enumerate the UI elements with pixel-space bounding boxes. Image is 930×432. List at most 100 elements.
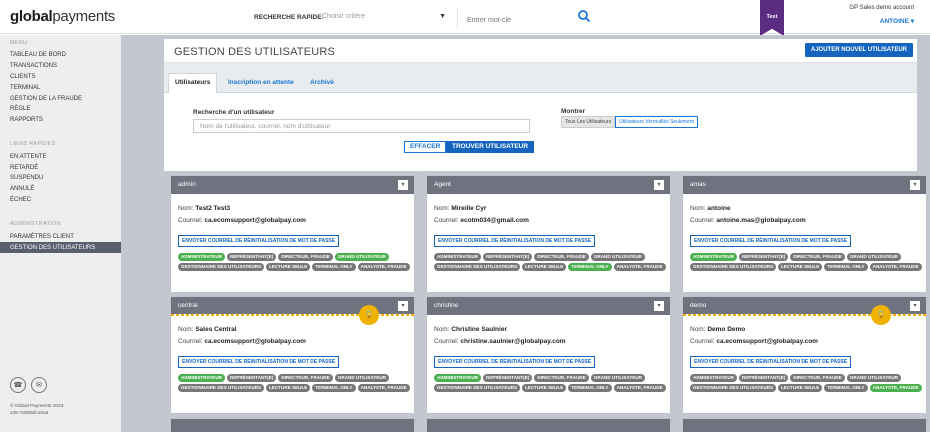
card-username: amas (690, 181, 706, 188)
tab-archived[interactable]: Archivé (304, 75, 340, 90)
phone-icon[interactable]: ☎ (10, 377, 26, 393)
reset-password-button[interactable]: ENVOYER COURRIEL DE RÉINITIALISATION DE … (178, 235, 340, 247)
chevron-down-icon[interactable]: ▾ (398, 301, 408, 311)
role-badge: ADMINISTRATEUR (690, 374, 738, 382)
tab-users[interactable]: Utilisateurs (168, 73, 218, 93)
role-badge: LECTURE SEULE (778, 384, 823, 392)
role-badge: GRAND UTILISATEUR (334, 374, 389, 382)
chevron-down-icon[interactable]: ▾ (910, 180, 920, 190)
card-name-line: Nom: Sales Central (178, 326, 237, 333)
card-header: christine ▾ (427, 297, 670, 315)
sidebar-item-fraud[interactable]: GESTION DE LA FRAUDE (0, 93, 121, 104)
card-name-line: Nom: Christine Saulnier (434, 326, 507, 333)
card-name-line: Nom: Demo Demo (690, 326, 746, 333)
user-card: Agent ▾ Nom: Mireille Cyr Courriel: ecot… (427, 176, 670, 292)
role-badge: ADMINISTRATEUR (178, 253, 226, 261)
role-badge: DIRECTEUR, FRAUDE (534, 374, 589, 382)
chevron-down-icon[interactable]: ▾ (398, 180, 408, 190)
search-label: Recherche d'un utilisateur (193, 109, 275, 116)
sidebar-item-rule[interactable]: RÈGLE (0, 104, 121, 115)
sidebar-item-failed[interactable]: ÉCHEC (0, 195, 121, 206)
user-card-partial (171, 419, 414, 432)
clear-button[interactable]: EFFACER (404, 141, 447, 153)
sidebar-item-client-settings[interactable]: PARAMÈTRES CLIENT (0, 231, 121, 242)
card-body: Nom: antoine Courriel: antoine.mas@globa… (683, 194, 926, 292)
sidebar-heading-menu: MENU (10, 40, 28, 46)
tab-pending-registration[interactable]: Inscription en attente (222, 75, 300, 90)
role-list: ADMINISTRATEUR REPRÉSENTANT(E) DIRECTEUR, … (434, 374, 666, 392)
role-badge: DIRECTEUR, FRAUDE (278, 374, 333, 382)
sidebar-item-clients[interactable]: CLIENTS (0, 72, 121, 83)
role-badge: GESTIONNAIRE DES UTILISATEURS (690, 263, 777, 271)
reset-password-button[interactable]: ENVOYER COURRIEL DE RÉINITIALISATION DE … (690, 235, 852, 247)
role-badge: LECTURE SEULE (522, 263, 567, 271)
reset-password-button[interactable]: ENVOYER COURRIEL DE RÉINITIALISATION DE … (690, 356, 852, 368)
show-label: Montrer (561, 108, 586, 115)
chevron-down-icon[interactable]: ▾ (654, 180, 664, 190)
card-body: Nom: Mireille Cyr Courriel: ecotm034@gma… (427, 194, 670, 292)
role-badge: REPRÉSENTANT(E) (227, 253, 277, 261)
add-user-button[interactable]: AJOUTER NOUVEL UTILISATEUR (804, 43, 913, 57)
filter-locked-users[interactable]: Utilisateurs Verrouillés Seulement (615, 116, 698, 128)
sidebar-item-user-management[interactable]: GESTION DES UTILISATEURS (0, 242, 121, 253)
user-card: amas ▾ Nom: antoine Courriel: antoine.ma… (683, 176, 926, 292)
card-username: admin (178, 181, 196, 188)
sidebar-item-suspended[interactable]: SUSPENDU (0, 173, 121, 184)
user-card-partial (427, 419, 670, 432)
sidebar-item-delayed[interactable]: RETARDÉ (0, 162, 121, 173)
card-name-line: Nom: Mireille Cyr (434, 205, 487, 212)
role-badge: REPRÉSENTANT(E) (227, 374, 277, 382)
card-username: central (178, 302, 198, 309)
card-email-line: Courriel: christine.saulnier@globalpay.c… (434, 338, 566, 345)
role-badge: ANALYSTE, FRAUDE (613, 384, 666, 392)
card-username: demo (690, 302, 707, 309)
search-icon[interactable] (577, 9, 591, 23)
card-email-line: Courriel: ecotm034@gmail.com (434, 217, 529, 224)
card-email-line: Courriel: ca.ecomsupport@globalpay.com (690, 338, 818, 345)
role-badge: DIRECTEUR, FRAUDE (534, 253, 589, 261)
filter-all-users[interactable]: Tous Les Utilisateurs (561, 116, 616, 128)
card-body: Nom: Christine Saulnier Courriel: christ… (427, 315, 670, 413)
role-badge: GESTIONNAIRE DES UTILISATEURS (178, 384, 265, 392)
environment-badge: Test (760, 0, 784, 36)
role-badge: ADMINISTRATEUR (178, 374, 226, 382)
role-badge: ANALYSTE, FRAUDE (613, 263, 666, 271)
role-badge: ANALYSTE, FRAUDE (357, 263, 410, 271)
quick-search-select[interactable]: Choisir critère ▼ (322, 9, 450, 27)
role-badge: TERMINAL ONLY (824, 263, 868, 271)
sidebar-item-dashboard[interactable]: TABLEAU DE BORD (0, 50, 121, 61)
user-search-input[interactable]: Nom de l'utilisateur, courriel, nom d'ut… (193, 119, 530, 133)
logo[interactable]: globalpayments (10, 8, 115, 25)
keyword-input[interactable] (467, 9, 575, 27)
find-user-button[interactable]: TROUVER UTILISATEUR (446, 141, 535, 153)
role-list: ADMINISTRATEUR REPRÉSENTANT(E) DIRECTEUR, … (178, 374, 410, 392)
chat-icon[interactable]: ✉ (31, 377, 47, 393)
card-username: Agent (434, 181, 451, 188)
page-title: GESTION DES UTILISATEURS (174, 46, 336, 58)
reset-password-button[interactable]: ENVOYER COURRIEL DE RÉINITIALISATION DE … (434, 235, 596, 247)
reset-password-button[interactable]: ENVOYER COURRIEL DE RÉINITIALISATION DE … (178, 356, 340, 368)
role-badge: LECTURE SEULE (522, 384, 567, 392)
top-bar: globalpayments RECHERCHE RAPIDE: Choisir… (0, 0, 930, 36)
sidebar-item-terminal[interactable]: TERMINAL (0, 82, 121, 93)
role-badge: LECTURE SEULE (266, 384, 311, 392)
chevron-down-icon[interactable]: ▾ (910, 301, 920, 311)
sidebar-item-pending[interactable]: EN ATTENTE (0, 151, 121, 162)
sidebar-item-reports[interactable]: RAPPORTS (0, 115, 121, 126)
role-badge: GESTIONNAIRE DES UTILISATEURS (178, 263, 265, 271)
role-badge: TERMINAL ONLY (568, 384, 612, 392)
user-menu[interactable]: ANTOINE ▾ (880, 17, 914, 25)
reset-password-button[interactable]: ENVOYER COURRIEL DE RÉINITIALISATION DE … (434, 356, 596, 368)
role-badge: REPRÉSENTANT(E) (739, 374, 789, 382)
sidebar-item-transactions[interactable]: TRANSACTIONS (0, 61, 121, 72)
role-badge: GESTIONNAIRE DES UTILISATEURS (690, 384, 777, 392)
role-badge: ADMINISTRATEUR (690, 253, 738, 261)
sidebar-heading-admin: ADMINISTRATION (10, 221, 61, 228)
sidebar-item-cancelled[interactable]: ANNULÉ (0, 184, 121, 195)
role-badge: GESTIONNAIRE DES UTILISATEURS (434, 263, 521, 271)
copyright: © Global Payments 2023 (10, 404, 64, 409)
role-badge: GRAND UTILISATEUR (590, 253, 645, 261)
role-badge: TERMINAL ONLY (824, 384, 868, 392)
role-badge: LECTURE SEULE (266, 263, 311, 271)
chevron-down-icon[interactable]: ▾ (654, 301, 664, 311)
